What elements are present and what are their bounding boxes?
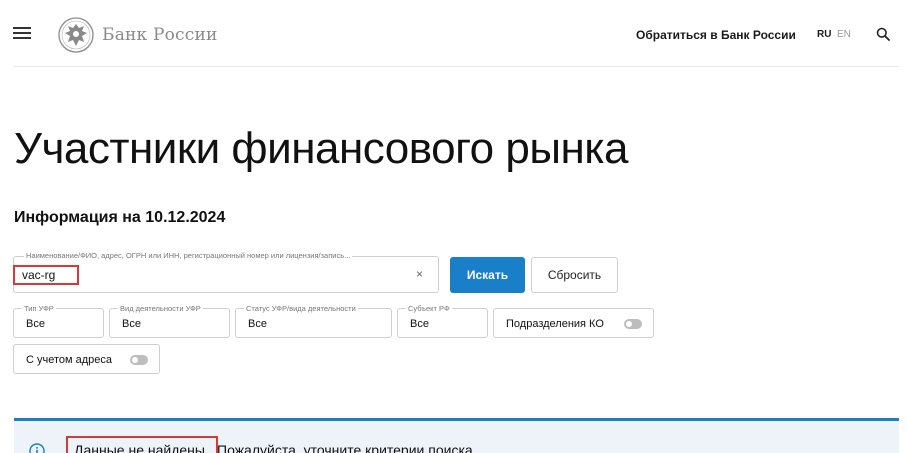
page-title: Участники финансового рынка [14,124,628,173]
lang-en-link[interactable]: EN [837,29,851,40]
address-switch[interactable] [130,355,148,365]
reset-button[interactable]: Сбросить [531,257,618,293]
search-input-value[interactable]: vac-rg [13,265,79,285]
lang-ru-link[interactable]: RU [817,29,831,40]
info-icon [29,443,45,453]
filter-status-select[interactable]: Статус УФР/вида деятельности Все [235,304,392,338]
bank-emblem-icon[interactable] [58,17,94,53]
filter-value: Все [410,318,429,330]
filter-ufr-type-select[interactable]: Тип УФР Все [13,304,104,338]
header-divider [14,66,899,67]
menu-icon[interactable] [13,27,31,39]
filter-label: Субъект РФ [406,304,452,313]
ko-divisions-switch[interactable] [624,319,642,329]
no-results-text: Данные не найдены. [74,442,209,453]
filter-activity-type-select[interactable]: Вид деятельности УФР Все [109,304,230,338]
info-date-subtitle: Информация на 10.12.2024 [14,209,226,226]
clear-icon[interactable]: × [416,268,423,280]
address-toggle[interactable]: С учетом адреса [13,344,160,374]
search-button[interactable]: Искать [450,257,525,293]
refine-criteria-text: Пожалуйста, уточните критерии поиска. [217,442,477,453]
filter-label: Вид деятельности УФР [118,304,203,313]
ko-divisions-label: Подразделения КО [506,318,604,330]
filter-value: Все [122,318,141,330]
search-icon[interactable] [876,27,890,41]
ko-divisions-toggle[interactable]: Подразделения КО [493,308,654,338]
filter-label: Статус УФР/вида деятельности [244,304,358,313]
filter-value: Все [26,318,45,330]
filter-region-select[interactable]: Субъект РФ Все [397,304,488,338]
search-input-label: Наименование/ФИО, адрес, ОГРН или ИНН, р… [24,251,353,260]
no-results-banner: Данные не найдены. Пожалуйста, уточните … [14,418,899,453]
filter-label: Тип УФР [22,304,56,313]
address-toggle-label: С учетом адреса [26,354,113,366]
contact-bank-link[interactable]: Обратиться в Банк России [636,28,796,42]
filter-value: Все [248,318,267,330]
site-header: Банк России Обратиться в Банк России RU … [0,0,907,66]
logo-text[interactable]: Банк России [102,25,218,45]
